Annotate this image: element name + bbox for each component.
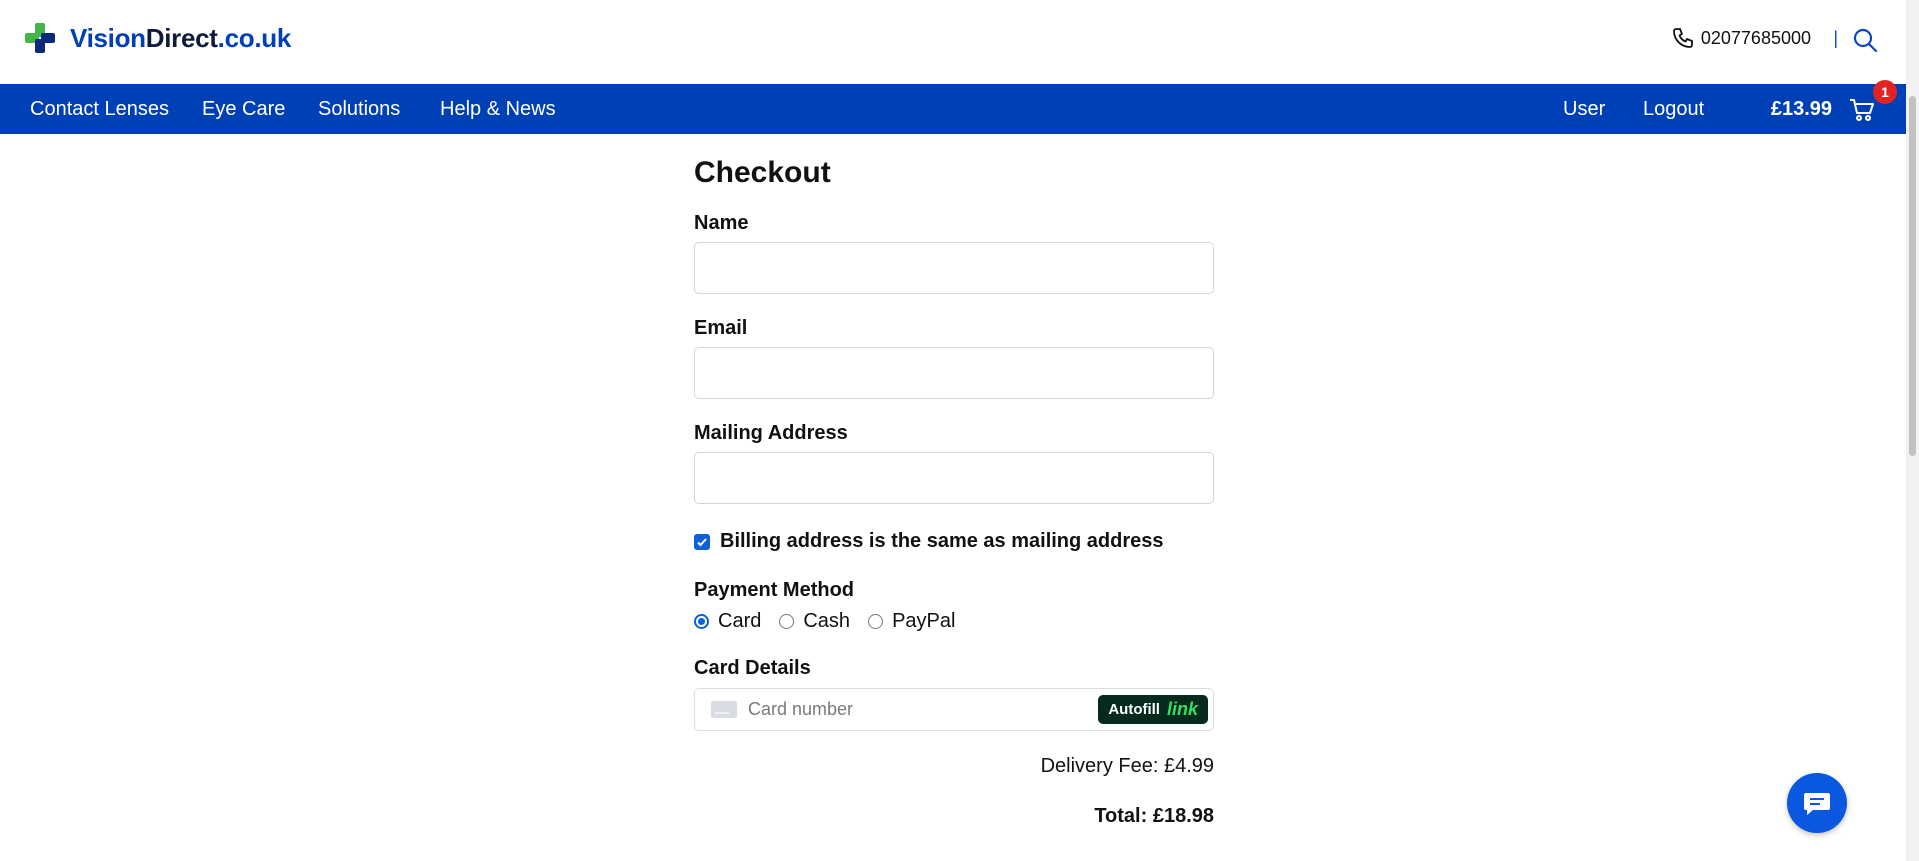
logo-cross-icon (25, 23, 55, 53)
payment-method-label: Payment Method (694, 579, 855, 601)
mailing-address-label: Mailing Address (694, 422, 848, 444)
link-brand-label: link (1166, 699, 1198, 719)
main-nav: Contact Lenses Eye Care Solutions Help &… (0, 84, 1906, 134)
payment-paypal-label: PayPal (892, 610, 956, 632)
nav-solutions[interactable]: Solutions (318, 98, 400, 121)
email-label: Email (694, 317, 748, 339)
header-divider: | (1833, 28, 1838, 48)
payment-card-radio[interactable] (694, 614, 709, 629)
card-icon (711, 701, 737, 718)
nav-logout[interactable]: Logout (1643, 98, 1704, 121)
nav-contact-lenses[interactable]: Contact Lenses (30, 98, 169, 121)
billing-same-row: Billing address is the same as mailing a… (694, 530, 1214, 553)
email-field[interactable] (694, 347, 1214, 399)
phone-icon (1672, 28, 1693, 48)
payment-cash-label: Cash (803, 610, 851, 632)
site-logo[interactable]: VisionDirect.co.uk (24, 22, 291, 54)
page-scrollbar[interactable] (1906, 0, 1919, 861)
cart-icon[interactable] (1848, 96, 1876, 124)
payment-card-label: Card (718, 610, 762, 632)
payment-cash-radio[interactable] (779, 614, 795, 629)
chat-icon (1804, 793, 1830, 815)
search-icon[interactable] (1852, 27, 1878, 53)
nav-help-news[interactable]: Help & News (440, 98, 556, 121)
page-title: Checkout (694, 156, 831, 189)
name-label: Name (694, 212, 749, 234)
phone-number: 02077685000 (1700, 27, 1811, 48)
order-total: Total: £18.98 (1094, 805, 1214, 827)
site-header: VisionDirect.co.uk 02077685000 | (0, 0, 1906, 84)
phone-contact[interactable]: 02077685000 (1671, 26, 1811, 50)
payment-paypal-radio[interactable] (868, 614, 884, 629)
billing-same-label: Billing address is the same as mailing a… (720, 530, 1164, 552)
card-number-field[interactable]: Card number Autofill link (694, 688, 1214, 731)
order-summary: Delivery Fee: £4.99 Total: £18.98 (694, 755, 1214, 828)
chat-button[interactable] (1787, 773, 1847, 833)
billing-same-checkbox[interactable] (694, 533, 710, 550)
cart-count-badge: 1 (1873, 80, 1897, 104)
mailing-address-field[interactable] (694, 452, 1214, 504)
name-field[interactable] (694, 242, 1214, 294)
autofill-link-button[interactable]: Autofill link (1098, 695, 1208, 724)
nav-eye-care[interactable]: Eye Care (202, 98, 285, 121)
card-number-placeholder: Card number (748, 699, 854, 719)
card-details-label: Card Details (694, 657, 811, 679)
payment-method-group: Card Cash PayPal (694, 610, 1214, 633)
nav-user[interactable]: User (1563, 98, 1605, 121)
checkmark-icon (697, 537, 707, 546)
autofill-label: Autofill (1108, 701, 1160, 718)
delivery-fee: Delivery Fee: £4.99 (1040, 755, 1214, 777)
scrollbar-thumb[interactable] (1909, 96, 1916, 456)
cart-total[interactable]: £13.99 (1771, 98, 1832, 121)
logo-text: VisionDirect.co.uk (70, 22, 291, 53)
checkout-form: Checkout Name Email Mailing Address Bill… (694, 134, 1214, 828)
